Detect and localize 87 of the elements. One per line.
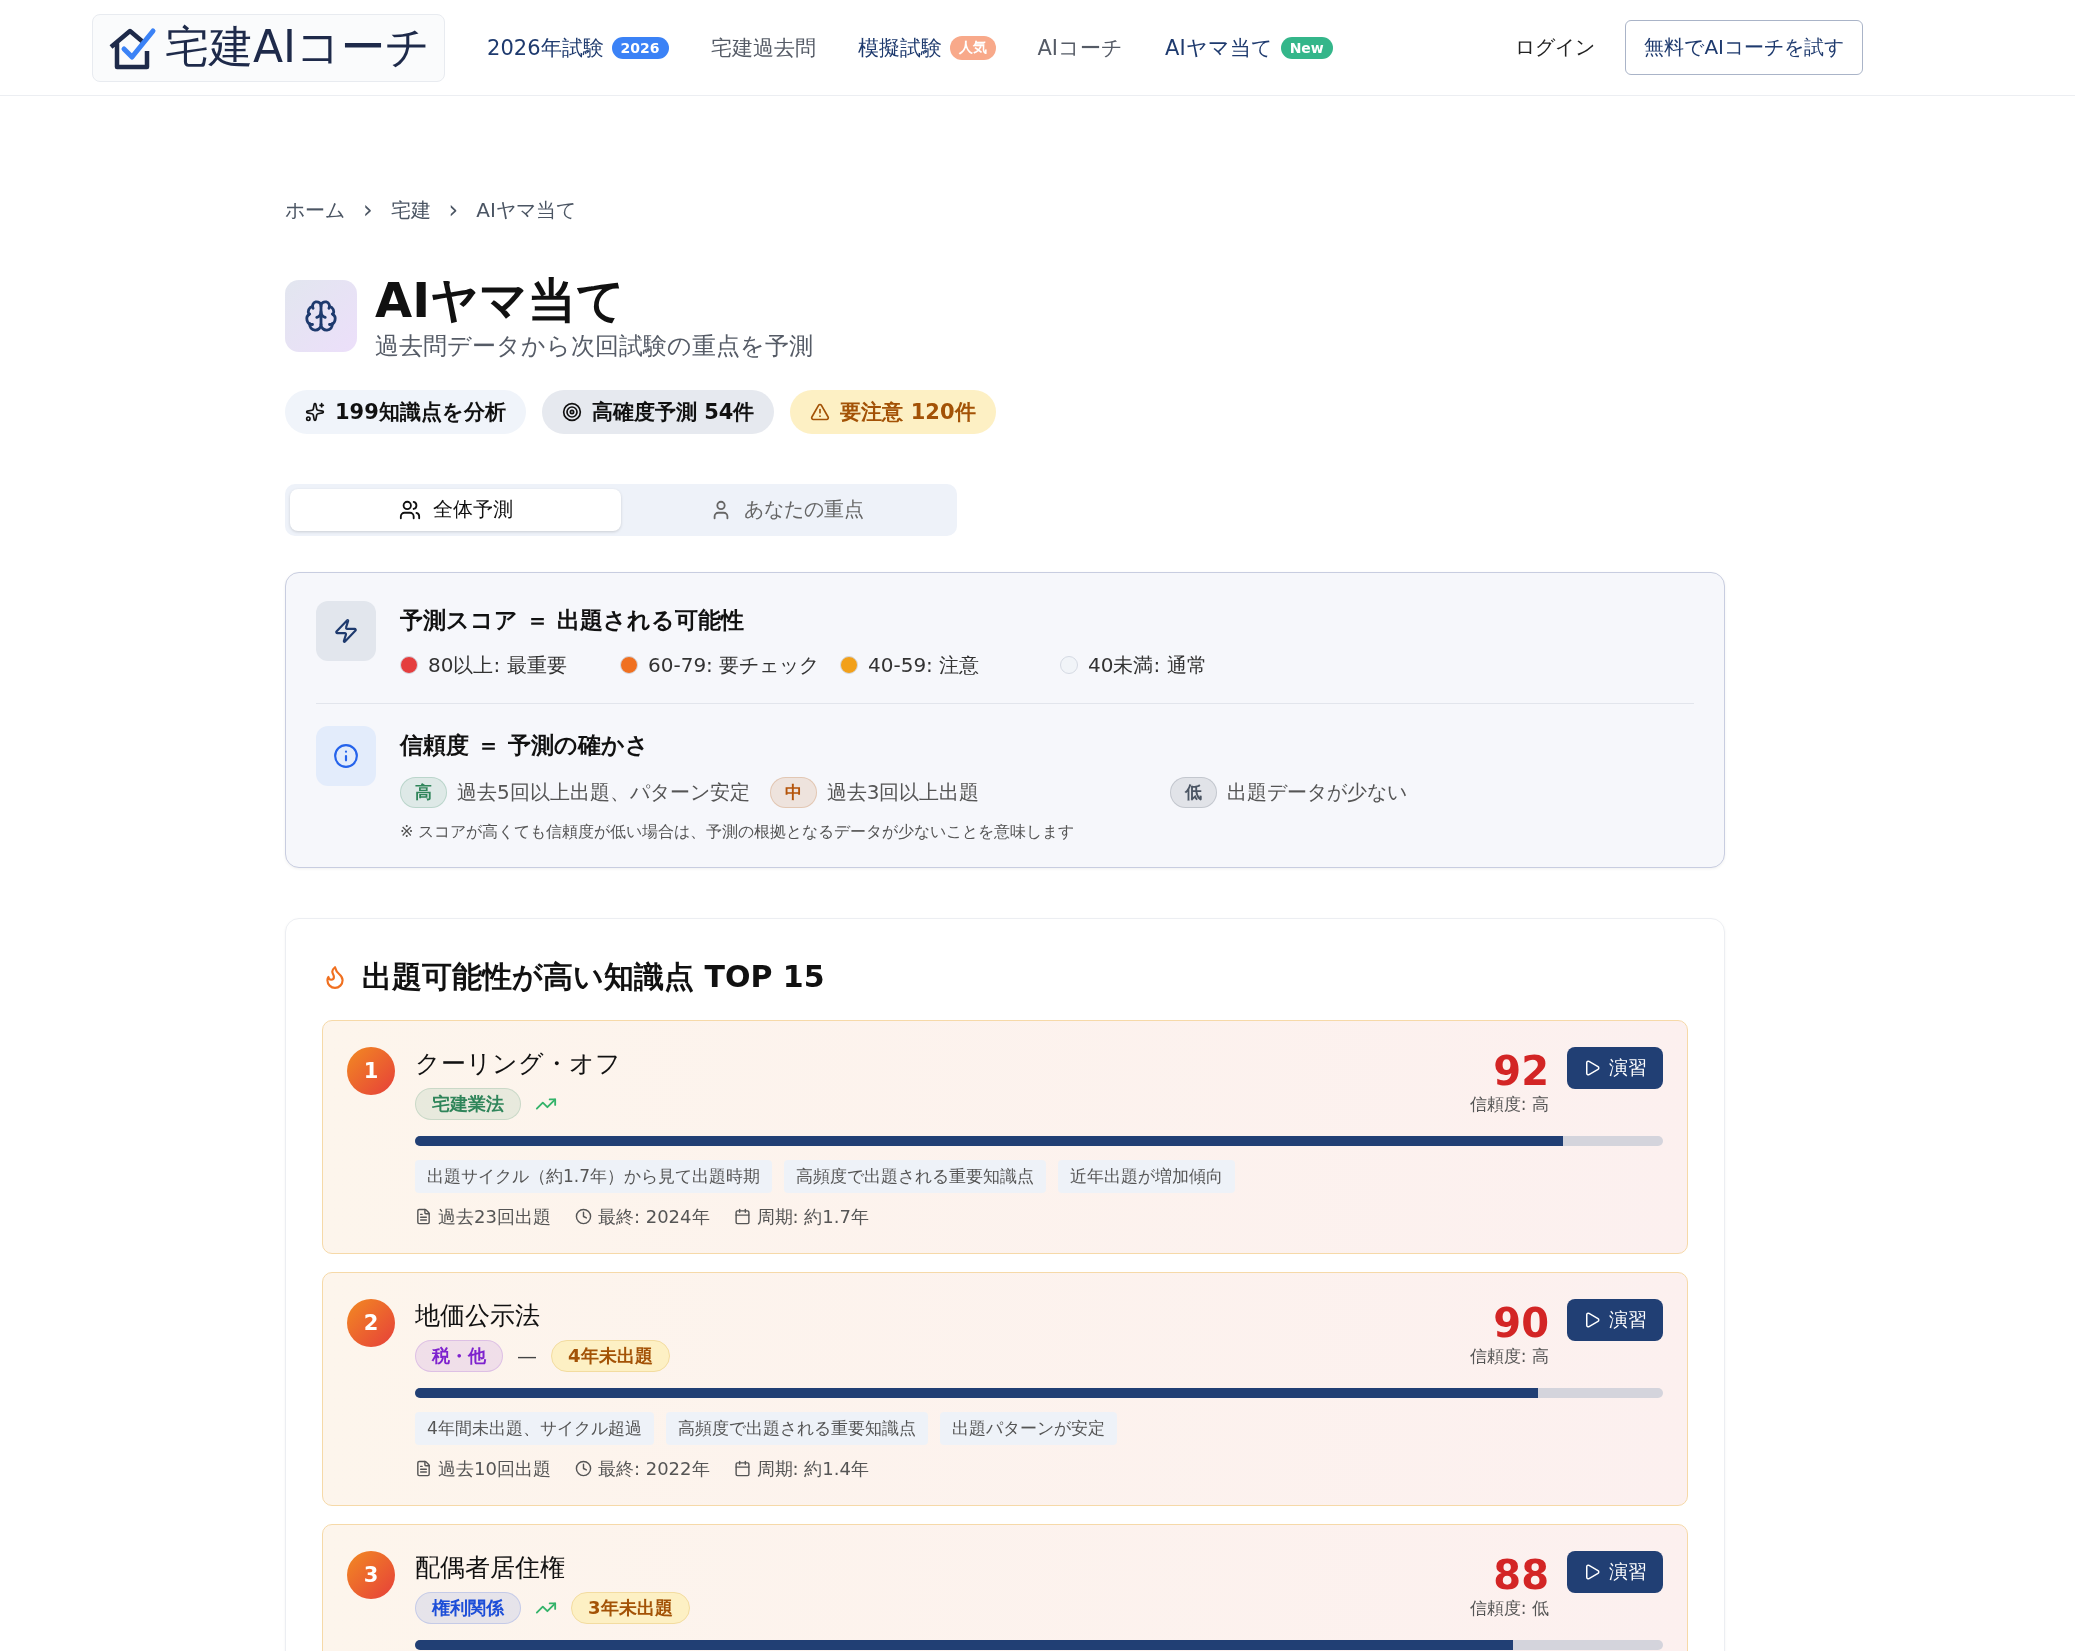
legend-title: 予測スコア ＝ 出題される可能性 (400, 605, 745, 635)
confidence-badge: 中 (769, 776, 817, 808)
login-link[interactable]: ログイン (1515, 34, 1596, 61)
confidence-label: 信頼度: 高 (1469, 1344, 1549, 1368)
legend-label: 80以上: 最重要 (428, 651, 567, 679)
brain-icon (285, 280, 357, 352)
reason-tag: 出題パターンが安定 (939, 1411, 1117, 1445)
nav-badge: New (1280, 36, 1333, 59)
unseen-tag: 4年未出題 (551, 1339, 670, 1372)
score: 90 (1492, 1300, 1549, 1345)
page-subtitle: 過去問データから次回試験の重点を予測 (375, 330, 813, 362)
legend-title: 信頼度 ＝ 予測の確かさ (400, 730, 650, 760)
unseen-tag: 3年未出題 (571, 1591, 690, 1624)
reason-tag: 出題サイクル（約1.7年）から見て出題時期 (415, 1159, 773, 1193)
meta-text: 周期: 約1.4年 (756, 1456, 869, 1481)
practice-button[interactable]: 演習 (1567, 1046, 1663, 1089)
nav-link[interactable]: 宅建過去問 (710, 33, 816, 62)
legend-label: 出題データが少ない (1226, 778, 1407, 806)
target-icon (561, 401, 582, 422)
practice-button[interactable]: 演習 (1567, 1550, 1663, 1593)
legend-label: 過去5回以上出題、パターン安定 (457, 778, 750, 806)
play-icon (1583, 1562, 1601, 1581)
rank-number: 2 (347, 1298, 395, 1347)
try-coach-button[interactable]: 無料でAIコーチを試す (1625, 20, 1863, 75)
breadcrumb-link[interactable]: ホーム (285, 196, 345, 224)
reason-tag: 近年出題が増加傾向 (1058, 1159, 1236, 1193)
nav-link[interactable]: AIコーチ (1037, 33, 1124, 62)
ranking-title: 出題可能性が高い知識点 TOP 15 (362, 957, 825, 996)
breadcrumb-separator: › (448, 196, 459, 224)
lightning-icon (316, 600, 376, 661)
breadcrumb-separator: › (363, 196, 373, 224)
info-icon (316, 725, 376, 786)
nav-link[interactable]: 2026年試験 2026 (487, 33, 669, 62)
sparkle-icon (305, 401, 325, 422)
document-icon (415, 1460, 432, 1478)
meta-text: 最終: 2022年 (597, 1456, 710, 1481)
clock-icon (574, 1460, 592, 1478)
topic-title: クーリング・オフ (415, 1047, 621, 1080)
meta-text: 過去10回出題 (438, 1456, 551, 1481)
stat-chip: 199知識点を分析 (285, 389, 526, 434)
meta-text: 周期: 約1.7年 (756, 1204, 869, 1229)
score: 88 (1492, 1552, 1549, 1597)
warning-icon (810, 401, 831, 422)
breadcrumb-link[interactable]: 宅建 (390, 196, 431, 224)
reason-tag: 4年間未出題、サイクル超過 (415, 1411, 654, 1445)
nav-link[interactable]: AIヤマ当て New (1165, 33, 1333, 62)
topic-title: 配偶者居住権 (415, 1551, 566, 1584)
confidence-badge: 高 (400, 776, 447, 808)
legend-label: 60-79: 要チェック (648, 651, 820, 679)
legend-label: 40未満: 通常 (1088, 651, 1207, 679)
nav-badge: 人気 (949, 35, 996, 60)
play-icon (1583, 1058, 1601, 1077)
legend-label: 40-59: 注意 (868, 651, 980, 679)
logo[interactable]: 宅建AIコーチ (92, 13, 446, 82)
category-tag: 税・他 (415, 1339, 503, 1372)
nav-link[interactable]: 模擬試験 人気 (857, 33, 996, 62)
confidence-label: 信頼度: 低 (1469, 1596, 1549, 1620)
play-icon (1583, 1310, 1601, 1329)
clock-icon (574, 1208, 592, 1226)
nav-badge: 2026 (611, 36, 669, 59)
reason-tag: 高頻度で出題される重要知識点 (784, 1159, 1047, 1193)
logo-text: 宅建AIコーチ (165, 20, 431, 74)
topic-title: 地価公示法 (415, 1299, 541, 1332)
stat-chip: 高確度予測 54件 (541, 389, 775, 434)
stat-chip: 要注意 120件 (790, 389, 996, 434)
category-tag: 宅建業法 (415, 1087, 521, 1120)
tab[interactable]: あなたの重点 (621, 488, 952, 531)
practice-button[interactable]: 演習 (1567, 1298, 1663, 1341)
breadcrumb-link[interactable]: AIヤマ当て (476, 196, 576, 224)
calendar-icon (733, 1208, 751, 1226)
legend-note: ※ スコアが高くても信頼度が低い場合は、予測の根拠となるデータが少ないことを意味します (400, 821, 1076, 843)
calendar-icon (733, 1460, 751, 1478)
users-icon (398, 498, 421, 521)
meta-text: 過去23回出題 (438, 1204, 551, 1229)
category-tag: 権利関係 (415, 1591, 521, 1624)
confidence-badge: 低 (1169, 776, 1217, 808)
legend-label: 過去3回以上出題 (826, 778, 980, 806)
score: 92 (1492, 1048, 1549, 1093)
page-title: AIヤマ当て (375, 272, 626, 330)
reason-tag: 高頻度で出題される重要知識点 (665, 1411, 928, 1445)
tab[interactable]: 全体予測 (290, 488, 621, 531)
trend-flat: — (517, 1343, 537, 1368)
confidence-label: 信頼度: 高 (1469, 1092, 1549, 1116)
meta-text: 最終: 2024年 (597, 1204, 710, 1229)
rank-number: 1 (347, 1046, 395, 1095)
rank-number: 3 (347, 1550, 395, 1599)
document-icon (415, 1208, 432, 1226)
